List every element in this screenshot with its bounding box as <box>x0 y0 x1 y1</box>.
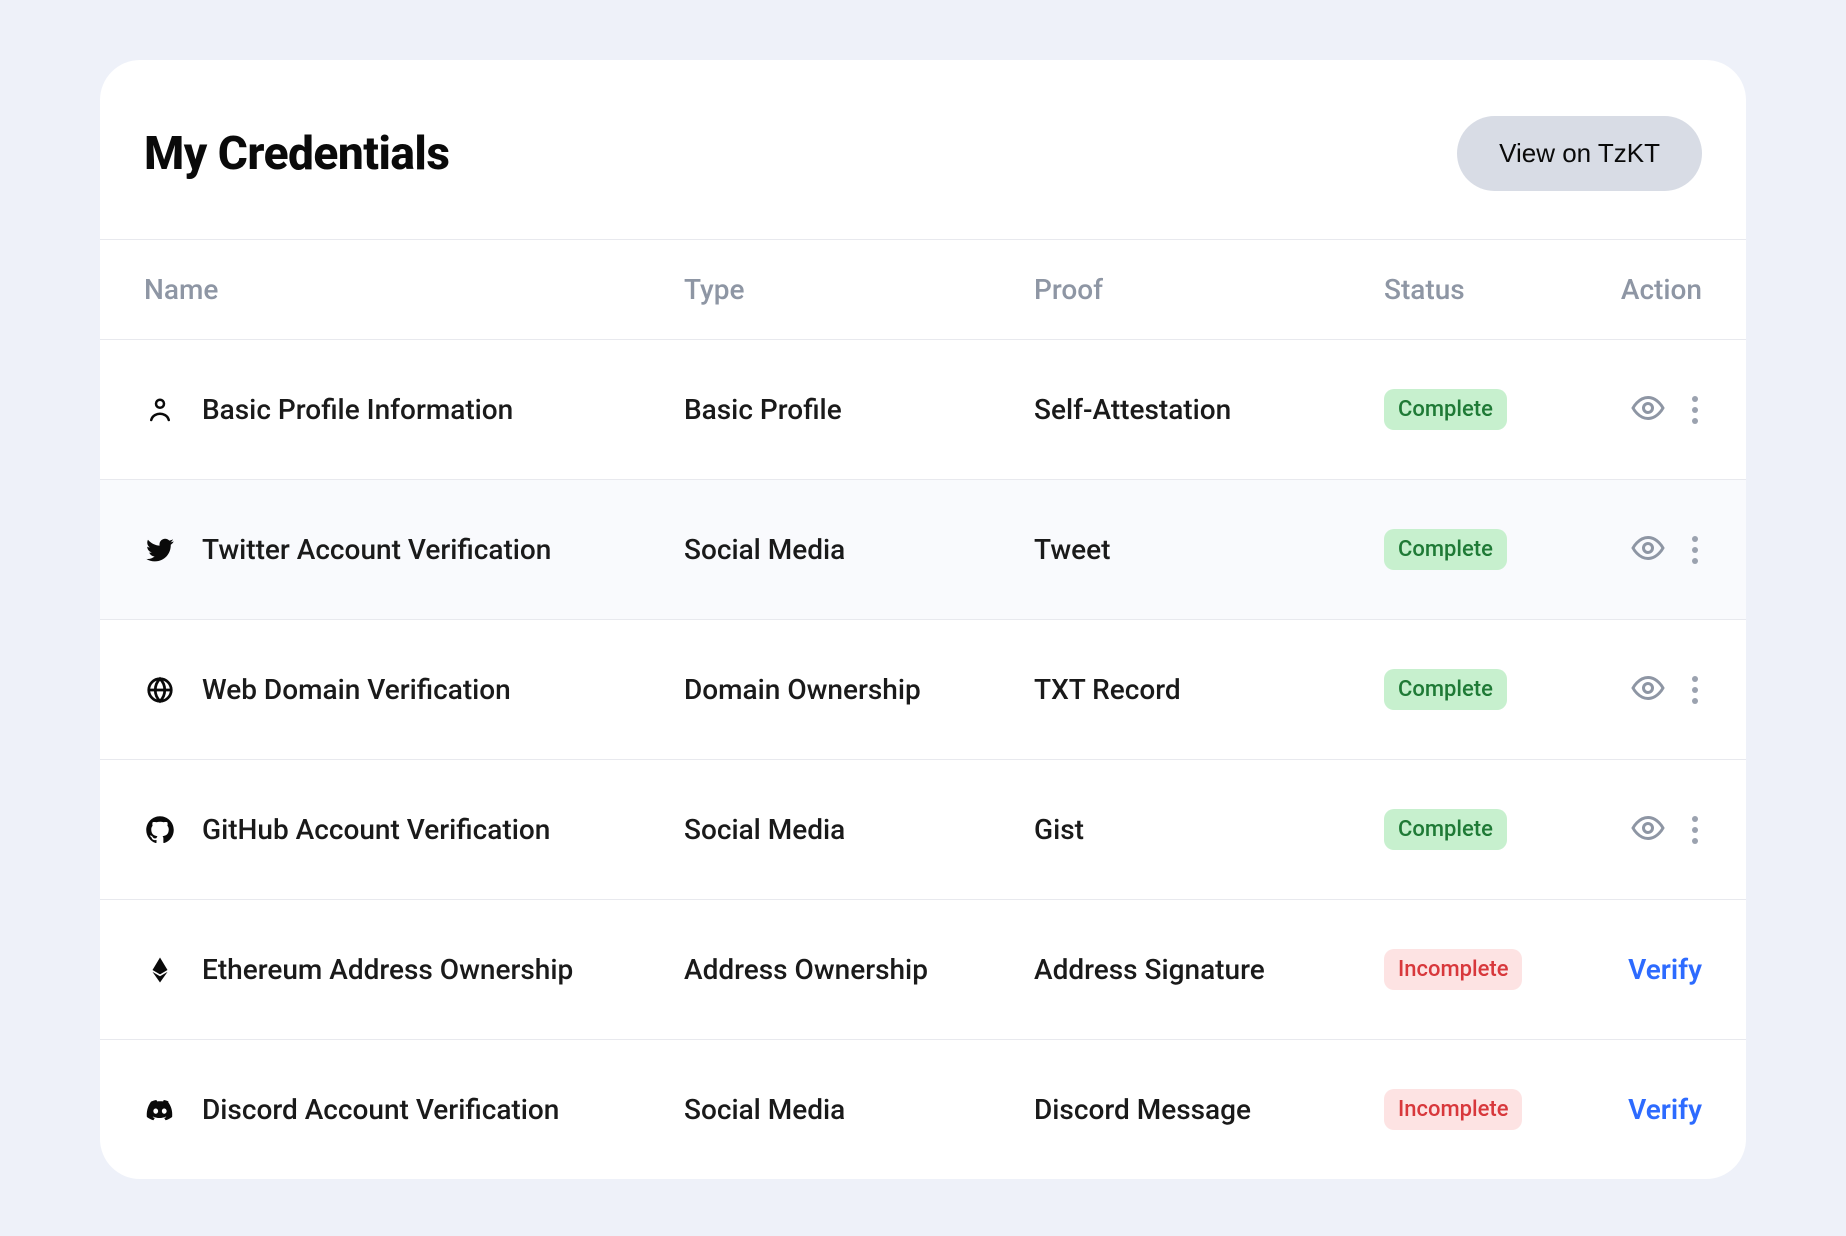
col-status-header: Status <box>1384 273 1465 306</box>
credential-type: Domain Ownership <box>684 673 921 706</box>
status-badge: Complete <box>1384 809 1507 850</box>
view-icon[interactable] <box>1630 810 1666 850</box>
more-icon[interactable] <box>1688 672 1702 708</box>
more-icon[interactable] <box>1688 532 1702 568</box>
status-badge: Complete <box>1384 389 1507 430</box>
table-row: Basic Profile Information Basic Profile Se… <box>100 339 1746 479</box>
view-on-tzkt-button[interactable]: View on TzKT <box>1457 116 1702 191</box>
table-header-row: Name Type Proof Status Action <box>100 239 1746 339</box>
profile-icon <box>144 394 176 426</box>
credential-type: Social Media <box>684 1093 845 1126</box>
col-name-header: Name <box>144 273 218 306</box>
twitter-icon <box>144 534 176 566</box>
credentials-card: My Credentials View on TzKT Name Type Pr… <box>100 60 1746 1179</box>
status-badge: Complete <box>1384 669 1507 710</box>
table-row: Twitter Account Verification Social Media… <box>100 479 1746 619</box>
more-icon[interactable] <box>1688 392 1702 428</box>
page-title: My Credentials <box>144 127 449 181</box>
view-icon[interactable] <box>1630 390 1666 430</box>
credential-proof: Self-Attestation <box>1034 393 1231 426</box>
credential-type: Social Media <box>684 533 845 566</box>
credential-proof: Address Signature <box>1034 953 1265 986</box>
col-type-header: Type <box>684 273 744 306</box>
credential-name: Twitter Account Verification <box>202 533 551 566</box>
credential-name: Web Domain Verification <box>202 673 511 706</box>
col-proof-header: Proof <box>1034 273 1103 306</box>
verify-button[interactable]: Verify <box>1628 1093 1702 1126</box>
credential-name: GitHub Account Verification <box>202 813 550 846</box>
status-badge: Complete <box>1384 529 1507 570</box>
credential-name: Discord Account Verification <box>202 1093 559 1126</box>
col-action-header: Action <box>1621 273 1702 306</box>
credentials-table: Name Type Proof Status Action Basic Prof… <box>100 239 1746 1179</box>
credential-proof: Gist <box>1034 813 1084 846</box>
discord-icon <box>144 1094 176 1126</box>
table-row: Ethereum Address Ownership Address Owners… <box>100 899 1746 1039</box>
card-header: My Credentials View on TzKT <box>100 60 1746 239</box>
github-icon <box>144 814 176 846</box>
credential-name: Ethereum Address Ownership <box>202 953 573 986</box>
ethereum-icon <box>144 954 176 986</box>
credential-type: Basic Profile <box>684 393 842 426</box>
view-icon[interactable] <box>1630 670 1666 710</box>
credential-proof: TXT Record <box>1034 673 1181 706</box>
credential-name: Basic Profile Information <box>202 393 513 426</box>
credential-type: Address Ownership <box>684 953 928 986</box>
view-icon[interactable] <box>1630 530 1666 570</box>
status-badge: Incomplete <box>1384 949 1522 990</box>
table-row: Web Domain Verification Domain Ownership T… <box>100 619 1746 759</box>
globe-icon <box>144 674 176 706</box>
more-icon[interactable] <box>1688 812 1702 848</box>
status-badge: Incomplete <box>1384 1089 1522 1130</box>
credential-proof: Tweet <box>1034 533 1110 566</box>
credential-proof: Discord Message <box>1034 1093 1251 1126</box>
table-row: Discord Account Verification Social Media… <box>100 1039 1746 1179</box>
table-row: GitHub Account Verification Social Media G… <box>100 759 1746 899</box>
verify-button[interactable]: Verify <box>1628 953 1702 986</box>
credential-type: Social Media <box>684 813 845 846</box>
